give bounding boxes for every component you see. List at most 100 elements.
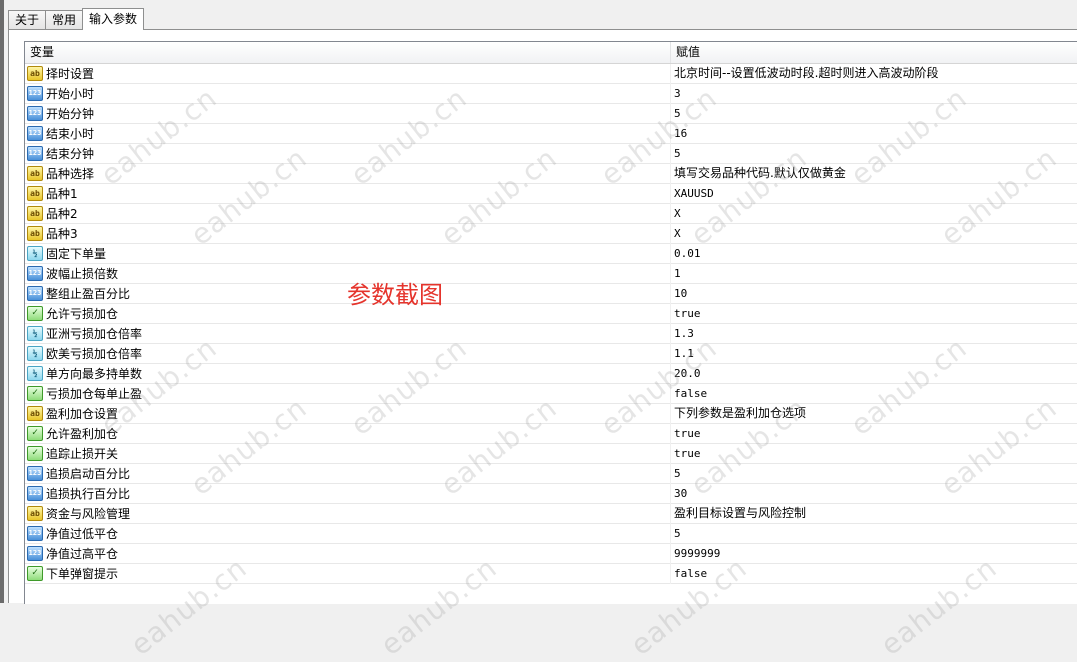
table-row[interactable]: ✓ 允许盈利加仓 true	[25, 423, 1077, 444]
table-row[interactable]: ½ 欧美亏损加仓倍率 1.1	[25, 343, 1077, 364]
value-cell[interactable]: 3	[671, 84, 1077, 103]
table-row[interactable]: 123 整组止盈百分比 10	[25, 283, 1077, 304]
value-cell[interactable]: 1	[671, 264, 1077, 283]
table-row[interactable]: ab 择时设置 北京时间--设置低波动时段.超时则进入高波动阶段	[25, 63, 1077, 84]
table-row[interactable]: ✓ 亏损加仓每单止盈 false	[25, 383, 1077, 404]
double-type-icon: ½	[27, 246, 43, 261]
value-cell[interactable]: false	[671, 564, 1077, 583]
integer-type-icon: 123	[27, 486, 43, 501]
variable-cell: ½ 固定下单量	[25, 243, 671, 264]
value-cell[interactable]: 1.1	[671, 344, 1077, 363]
list-header: 变量 赋值	[25, 42, 1077, 64]
table-row[interactable]: ab 品种选择 填写交易品种代码.默认仅做黄金	[25, 163, 1077, 184]
boolean-type-icon: ✓	[27, 426, 43, 441]
variable-name: 亚洲亏损加仓倍率	[46, 327, 143, 341]
value-cell[interactable]: 5	[671, 464, 1077, 483]
value-cell[interactable]: 下列参数是盈利加仓选项	[671, 404, 1077, 423]
variable-cell: 123 开始分钟	[25, 103, 671, 124]
table-row[interactable]: 123 追损启动百分比 5	[25, 463, 1077, 484]
variable-name: 追损执行百分比	[46, 487, 131, 501]
value-cell[interactable]: 5	[671, 104, 1077, 123]
string-type-icon: ab	[27, 506, 43, 521]
variable-cell: ½ 欧美亏损加仓倍率	[25, 343, 671, 364]
tab-bar: 关于 常用 输入参数	[8, 8, 145, 30]
value-cell[interactable]: 填写交易品种代码.默认仅做黄金	[671, 164, 1077, 183]
table-row[interactable]: ✓ 追踪止损开关 true	[25, 443, 1077, 464]
variable-name: 整组止盈百分比	[46, 287, 131, 301]
table-row[interactable]: ab 品种3 X	[25, 223, 1077, 244]
table-row[interactable]: 123 开始小时 3	[25, 83, 1077, 104]
value-cell[interactable]: 0.01	[671, 244, 1077, 263]
table-row[interactable]: 123 波幅止损倍数 1	[25, 263, 1077, 284]
integer-type-icon: 123	[27, 286, 43, 301]
table-row[interactable]: ab 品种1 XAUUSD	[25, 183, 1077, 204]
variable-name: 结束小时	[46, 127, 95, 141]
tab-common[interactable]: 常用	[45, 10, 84, 30]
table-row[interactable]: 123 净值过低平仓 5	[25, 523, 1077, 544]
column-header-value[interactable]: 赋值	[671, 42, 1077, 63]
table-row[interactable]: ½ 亚洲亏损加仓倍率 1.3	[25, 323, 1077, 344]
string-type-icon: ab	[27, 406, 43, 421]
variable-name: 盈利加仓设置	[46, 407, 119, 421]
value-cell[interactable]: true	[671, 444, 1077, 463]
variable-name: 品种2	[46, 207, 78, 221]
integer-type-icon: 123	[27, 146, 43, 161]
variable-cell: ab 资金与风险管理	[25, 503, 671, 524]
value-cell[interactable]: 5	[671, 524, 1077, 543]
variable-cell: ab 盈利加仓设置	[25, 403, 671, 424]
value-cell[interactable]: 20.0	[671, 364, 1077, 383]
value-cell[interactable]: X	[671, 224, 1077, 243]
table-row[interactable]: 123 结束小时 16	[25, 123, 1077, 144]
table-row[interactable]: ½ 单方向最多持单数 20.0	[25, 363, 1077, 384]
table-row[interactable]: ✓ 下单弹窗提示 false	[25, 563, 1077, 584]
value-cell[interactable]: X	[671, 204, 1077, 223]
value-cell[interactable]: false	[671, 384, 1077, 403]
value-cell[interactable]: 16	[671, 124, 1077, 143]
table-row[interactable]: 123 追损执行百分比 30	[25, 483, 1077, 504]
parameters-list[interactable]: 变量 赋值 ab 择时设置 北京时间--设置低波动时段.超时则进入高波动阶段 123 开…	[24, 41, 1077, 604]
string-type-icon: ab	[27, 166, 43, 181]
tab-panel: 变量 赋值 ab 择时设置 北京时间--设置低波动时段.超时则进入高波动阶段 123 开…	[8, 29, 1077, 604]
value-cell[interactable]: true	[671, 304, 1077, 323]
table-row[interactable]: ab 盈利加仓设置 下列参数是盈利加仓选项	[25, 403, 1077, 424]
value-cell[interactable]: 5	[671, 144, 1077, 163]
variable-name: 下单弹窗提示	[46, 567, 119, 581]
tab-input-parameters[interactable]: 输入参数	[82, 8, 145, 30]
variable-name: 波幅止损倍数	[46, 267, 119, 281]
string-type-icon: ab	[27, 226, 43, 241]
value-cell[interactable]: 30	[671, 484, 1077, 503]
value-cell[interactable]: XAUUSD	[671, 184, 1077, 203]
value-cell[interactable]: 10	[671, 284, 1077, 303]
table-row[interactable]: ab 品种2 X	[25, 203, 1077, 224]
variable-name: 择时设置	[46, 67, 95, 81]
table-row[interactable]: ½ 固定下单量 0.01	[25, 243, 1077, 264]
string-type-icon: ab	[27, 186, 43, 201]
table-row[interactable]: ab 资金与风险管理 盈利目标设置与风险控制	[25, 503, 1077, 524]
variable-cell: 123 追损启动百分比	[25, 463, 671, 484]
string-type-icon: ab	[27, 66, 43, 81]
window-edge	[0, 0, 4, 603]
table-row[interactable]: ✓ 允许亏损加仓 true	[25, 303, 1077, 324]
table-row[interactable]: 123 净值过高平仓 9999999	[25, 543, 1077, 564]
variable-name: 开始小时	[46, 87, 95, 101]
table-row[interactable]: 123 结束分钟 5	[25, 143, 1077, 164]
value-cell[interactable]: 9999999	[671, 544, 1077, 563]
value-cell[interactable]: 1.3	[671, 324, 1077, 343]
value-cell[interactable]: 北京时间--设置低波动时段.超时则进入高波动阶段	[671, 64, 1077, 83]
variable-name: 欧美亏损加仓倍率	[46, 347, 143, 361]
tab-about[interactable]: 关于	[8, 10, 47, 30]
variable-cell: ✓ 追踪止损开关	[25, 443, 671, 464]
variable-cell: ✓ 下单弹窗提示	[25, 563, 671, 584]
variable-name: 净值过高平仓	[46, 547, 119, 561]
variable-cell: ab 择时设置	[25, 63, 671, 84]
integer-type-icon: 123	[27, 546, 43, 561]
variable-name: 开始分钟	[46, 107, 95, 121]
variable-cell: 123 结束小时	[25, 123, 671, 144]
value-cell[interactable]: true	[671, 424, 1077, 443]
value-cell[interactable]: 盈利目标设置与风险控制	[671, 504, 1077, 523]
variable-name: 固定下单量	[46, 247, 107, 261]
boolean-type-icon: ✓	[27, 566, 43, 581]
column-header-variable[interactable]: 变量	[25, 42, 671, 63]
table-row[interactable]: 123 开始分钟 5	[25, 103, 1077, 124]
integer-type-icon: 123	[27, 466, 43, 481]
